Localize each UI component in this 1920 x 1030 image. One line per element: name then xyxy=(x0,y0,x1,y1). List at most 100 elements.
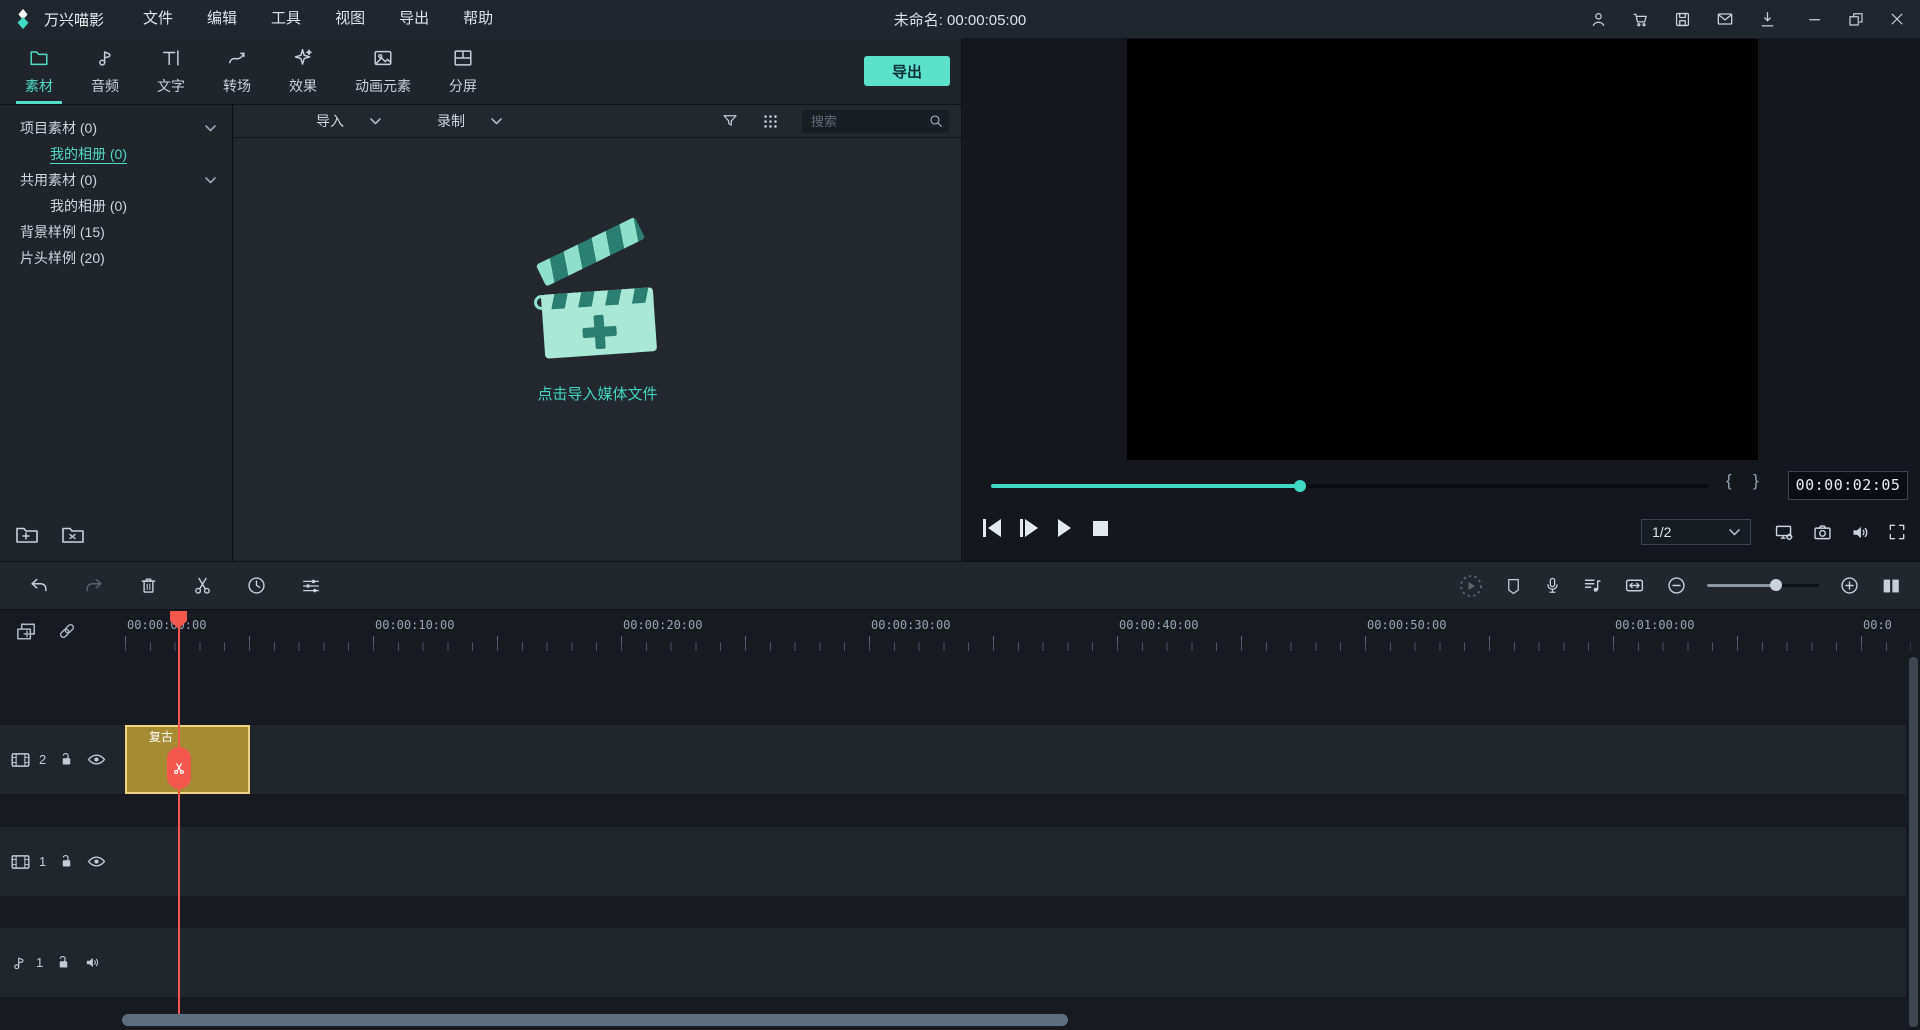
record-button[interactable]: 录制 xyxy=(437,111,465,131)
filter-funnel-icon[interactable] xyxy=(721,112,739,130)
new-folder-icon[interactable] xyxy=(14,523,40,547)
render-preview-icon[interactable] xyxy=(1458,573,1484,599)
app-name: 万兴喵影 xyxy=(44,9,104,30)
menu-tools[interactable]: 工具 xyxy=(254,0,318,38)
marker-icon[interactable] xyxy=(1504,576,1523,596)
save-icon[interactable] xyxy=(1673,10,1692,29)
film-track-icon xyxy=(10,751,31,769)
video-track-2-header: 2 xyxy=(0,725,110,794)
video-track-1[interactable]: 1 xyxy=(0,827,1906,896)
media-library-panel: 素材 音频 文字 转场 效果 动画元素 分屏 导出 xyxy=(0,38,962,561)
link-clips-icon[interactable] xyxy=(56,620,78,644)
tree-item-intro-samples[interactable]: 片头样例 (20) xyxy=(0,245,232,271)
speaker-icon[interactable] xyxy=(84,954,101,971)
titlebar-actions xyxy=(1589,0,1906,38)
tab-elements[interactable]: 动画元素 xyxy=(336,38,430,104)
audio-track-1[interactable]: 1 xyxy=(0,928,1906,997)
timeline-vertical-scrollbar[interactable] xyxy=(1909,657,1918,1027)
timeline-toolbar xyxy=(0,561,1920,610)
minimize-button[interactable] xyxy=(1806,10,1824,28)
tree-item-my-album-shared[interactable]: 我的相册 (0) xyxy=(0,193,232,219)
stop-button[interactable] xyxy=(1093,519,1108,537)
seek-fill xyxy=(991,484,1300,488)
import-button[interactable]: 导入 xyxy=(316,111,344,131)
chevron-down-icon[interactable] xyxy=(205,177,216,184)
fullscreen-icon[interactable] xyxy=(1887,522,1907,542)
transition-icon xyxy=(226,47,248,69)
tab-media[interactable]: 素材 xyxy=(6,38,72,104)
asset-tabbar: 素材 音频 文字 转场 效果 动画元素 分屏 导出 xyxy=(0,38,961,105)
menu-help[interactable]: 帮助 xyxy=(446,0,510,38)
film-track-icon xyxy=(10,853,31,871)
tree-item-project-media[interactable]: 项目素材 (0) xyxy=(0,115,232,141)
redo-icon[interactable] xyxy=(83,575,105,597)
seek-bar[interactable] xyxy=(991,484,1709,488)
audio-track-1-header: 1 xyxy=(0,928,110,997)
eye-icon[interactable] xyxy=(87,752,106,767)
display-settings-icon[interactable] xyxy=(1773,522,1795,543)
tree-item-my-album-project[interactable]: 我的相册 (0) xyxy=(0,141,232,167)
import-media-label: 点击导入媒体文件 xyxy=(537,383,657,404)
timeline-zoom-slider[interactable] xyxy=(1707,584,1819,587)
message-icon[interactable] xyxy=(1715,9,1735,29)
zoom-out-icon[interactable] xyxy=(1666,575,1687,596)
download-icon[interactable] xyxy=(1758,10,1777,29)
tab-transition[interactable]: 转场 xyxy=(204,38,270,104)
adjust-icon[interactable] xyxy=(300,575,322,597)
menu-export[interactable]: 导出 xyxy=(382,0,446,38)
play-button[interactable] xyxy=(1058,519,1071,537)
lock-icon[interactable] xyxy=(59,853,74,870)
next-frame-button[interactable] xyxy=(1020,519,1038,537)
add-track-icon[interactable] xyxy=(14,620,39,644)
grid-view-icon[interactable] xyxy=(762,113,779,130)
search-icon[interactable] xyxy=(928,113,944,129)
track-layout-icon[interactable] xyxy=(1880,575,1902,597)
volume-icon[interactable] xyxy=(1850,522,1871,543)
split-cursor-badge[interactable] xyxy=(167,747,191,789)
audio-mixer-icon[interactable] xyxy=(1582,575,1603,596)
eye-icon[interactable] xyxy=(87,854,106,869)
tab-split-screen[interactable]: 分屏 xyxy=(430,38,496,104)
fit-timeline-icon[interactable] xyxy=(1623,575,1646,596)
close-button[interactable] xyxy=(1888,10,1906,28)
duration-clock-icon[interactable] xyxy=(246,575,267,596)
undo-icon[interactable] xyxy=(28,575,50,597)
tree-item-shared-media[interactable]: 共用素材 (0) xyxy=(0,167,232,193)
lock-icon[interactable] xyxy=(59,751,74,768)
tab-text[interactable]: 文字 xyxy=(138,38,204,104)
maximize-restore-button[interactable] xyxy=(1847,10,1865,28)
seek-handle[interactable] xyxy=(1294,480,1306,492)
music-note-icon xyxy=(94,47,116,69)
voiceover-mic-icon[interactable] xyxy=(1543,575,1562,596)
mark-in-icon[interactable]: { xyxy=(1726,471,1732,491)
chevron-down-icon[interactable] xyxy=(205,125,216,132)
tree-item-background-samples[interactable]: 背景样例 (15) xyxy=(0,219,232,245)
record-chevron-icon[interactable] xyxy=(491,118,502,125)
import-media-dropzone[interactable]: 点击导入媒体文件 xyxy=(234,245,961,404)
search-input[interactable] xyxy=(802,110,949,133)
lock-icon[interactable] xyxy=(56,954,71,971)
zoom-in-icon[interactable] xyxy=(1839,575,1860,596)
video-track-2[interactable]: 2 xyxy=(0,725,1906,794)
menu-file[interactable]: 文件 xyxy=(126,0,190,38)
folder-icon xyxy=(28,47,50,69)
tab-audio[interactable]: 音频 xyxy=(72,38,138,104)
delete-icon[interactable] xyxy=(138,575,159,596)
export-button[interactable]: 导出 xyxy=(864,56,950,86)
zoom-slider-knob[interactable] xyxy=(1770,579,1782,591)
playback-quality-select[interactable]: 1/2 xyxy=(1641,519,1751,545)
account-icon[interactable] xyxy=(1589,10,1608,29)
ruler-label: 00:01:00:00 xyxy=(1615,618,1694,632)
menu-edit[interactable]: 编辑 xyxy=(190,0,254,38)
delete-folder-icon[interactable] xyxy=(60,523,86,547)
store-cart-icon[interactable] xyxy=(1631,10,1650,29)
split-scissors-icon[interactable] xyxy=(192,575,213,596)
import-chevron-icon[interactable] xyxy=(370,118,381,125)
timeline-horizontal-scrollbar[interactable] xyxy=(122,1014,1068,1026)
ruler-label: 00:00:50:00 xyxy=(1367,618,1446,632)
tab-effects[interactable]: 效果 xyxy=(270,38,336,104)
mark-out-icon[interactable]: } xyxy=(1753,471,1759,491)
previous-frame-button[interactable] xyxy=(983,519,1001,537)
menu-view[interactable]: 视图 xyxy=(318,0,382,38)
snapshot-camera-icon[interactable] xyxy=(1812,522,1833,543)
